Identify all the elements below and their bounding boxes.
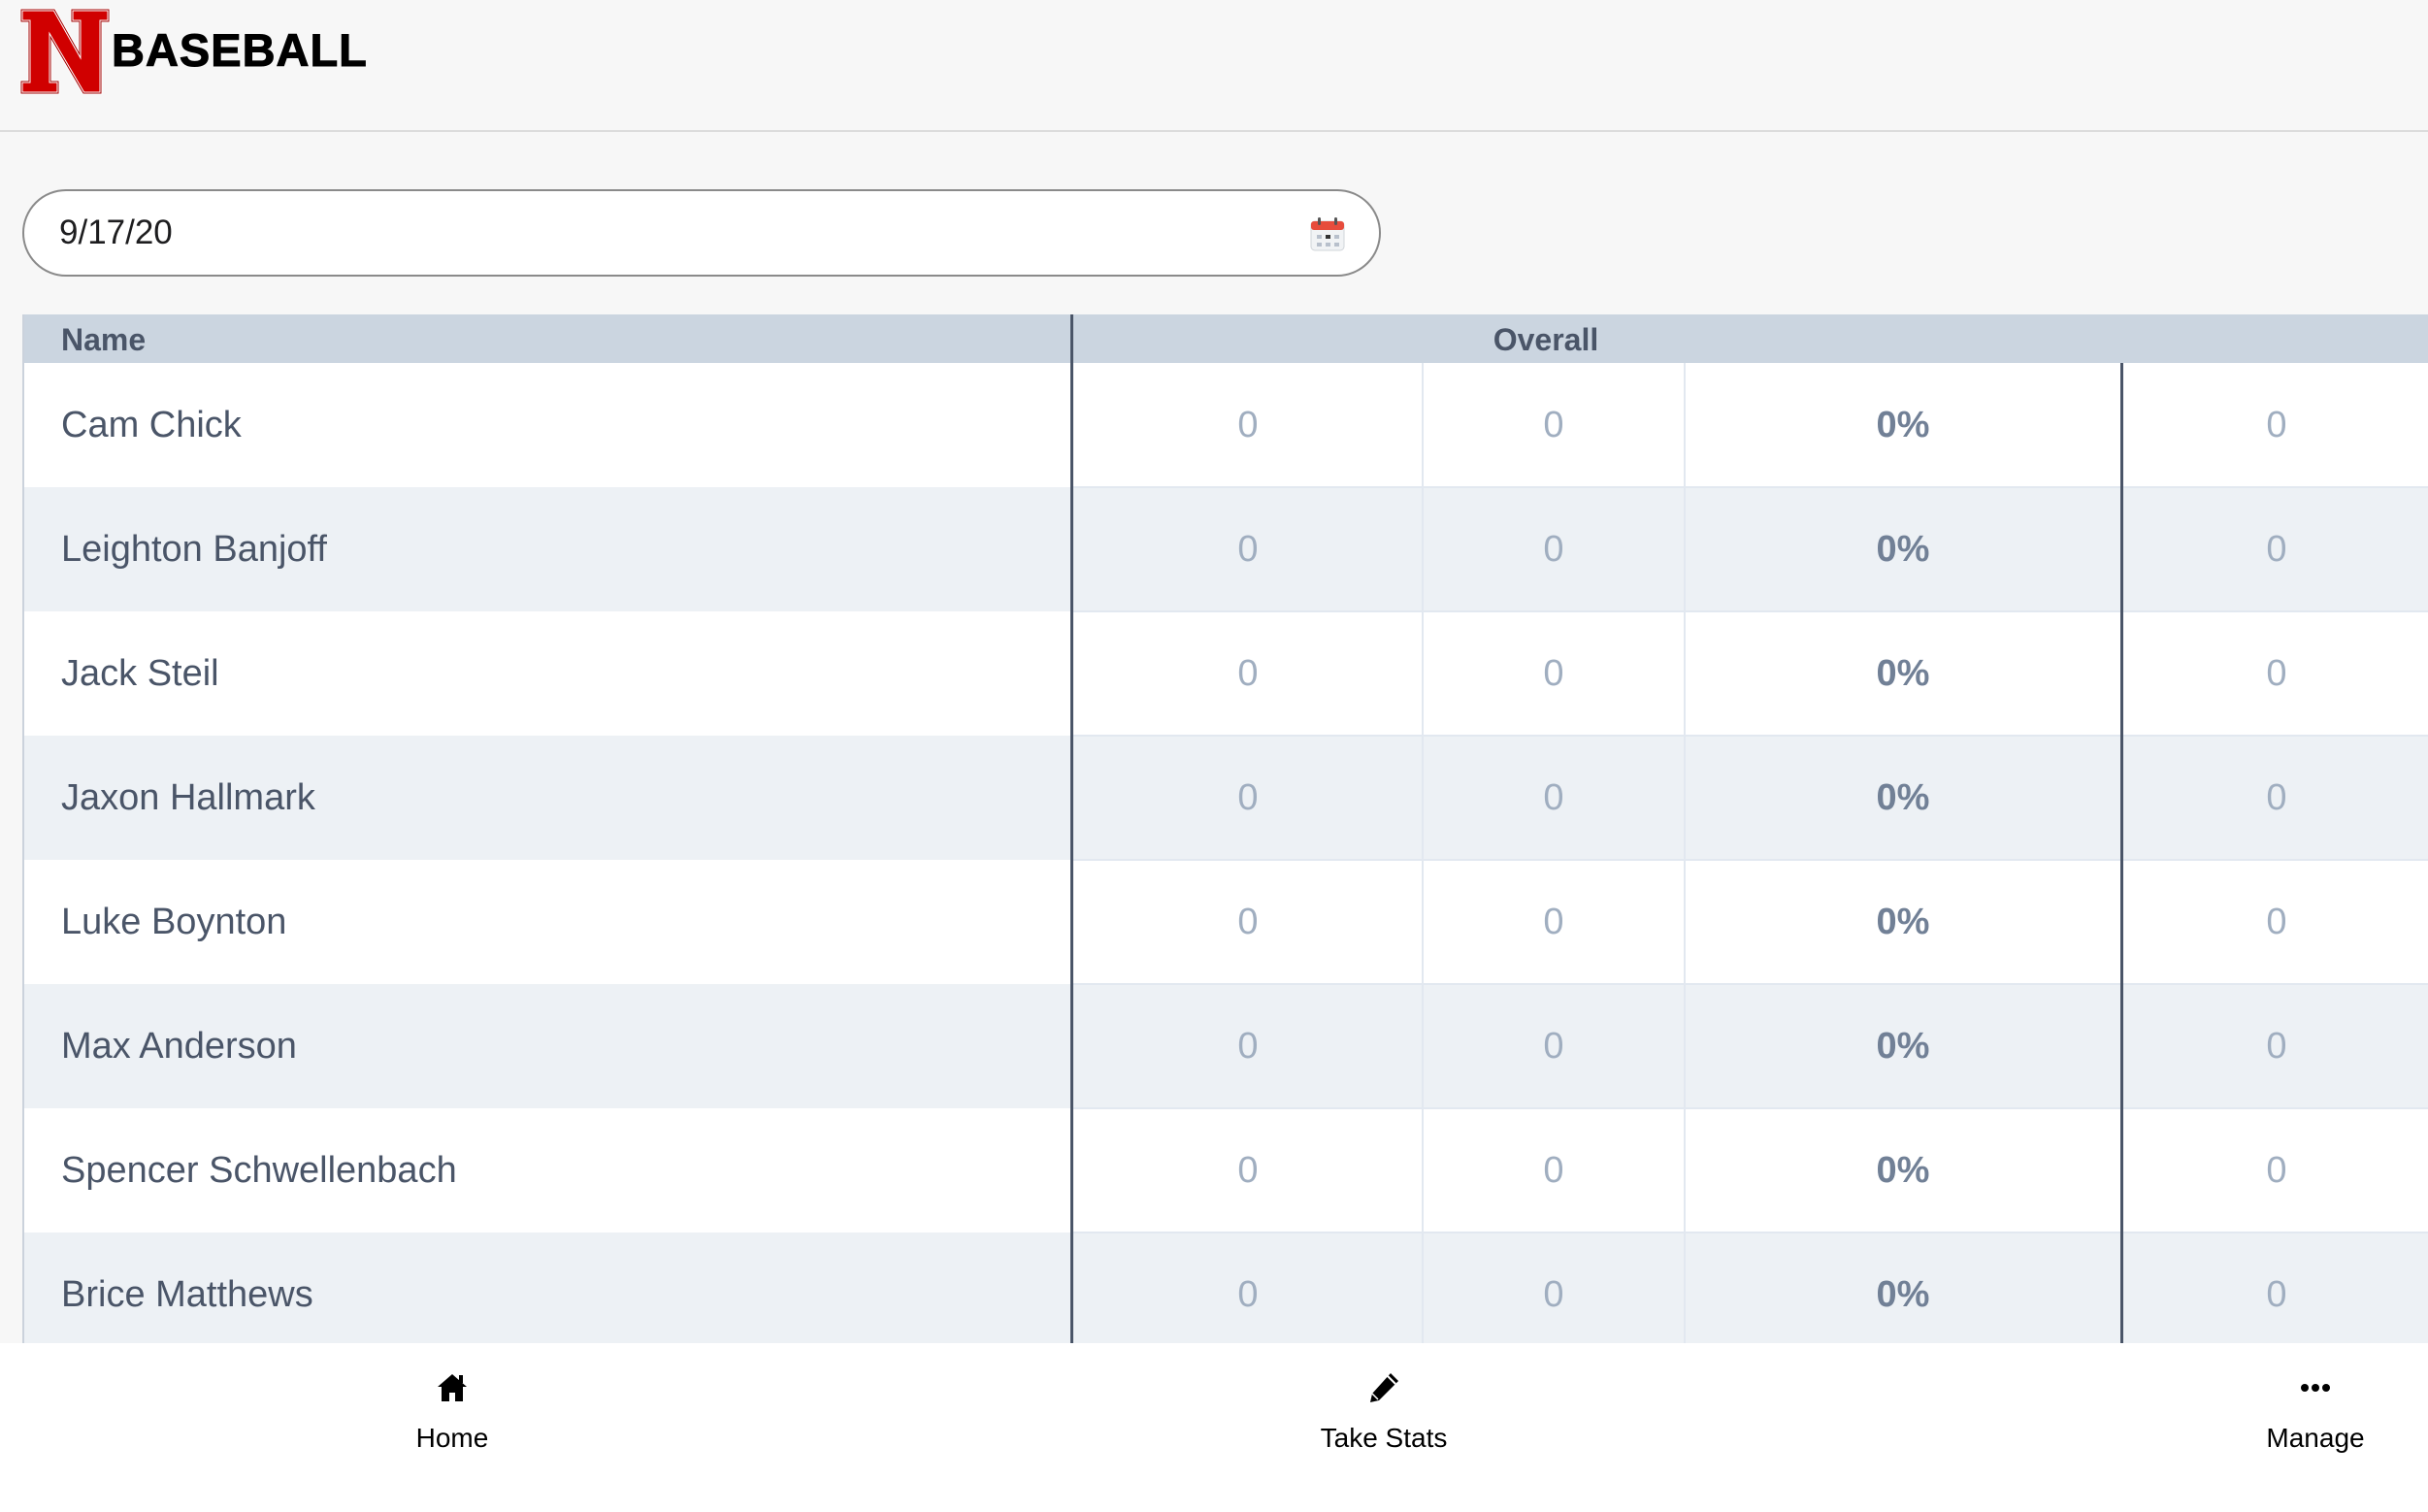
row-divider xyxy=(1072,486,2428,488)
table-row[interactable]: Spencer Schwellenbach 0 0 0% 0 xyxy=(24,1108,2428,1233)
column-divider xyxy=(1070,314,1073,1343)
nav-take-stats-label: Take Stats xyxy=(1320,1423,1448,1453)
stat-cell: 0 xyxy=(2266,902,2287,942)
stat-cell: 0 xyxy=(2266,777,2287,818)
table-row[interactable]: Jaxon Hallmark 0 0 0% 0 xyxy=(24,736,2428,860)
stat-cell: 0 xyxy=(2266,529,2287,570)
home-icon xyxy=(438,1374,467,1401)
percent-cell: 0% xyxy=(1876,1274,1930,1315)
percent-cell: 0% xyxy=(1876,902,1930,942)
calendar-icon[interactable] xyxy=(1309,215,1346,252)
stat-cell: 0 xyxy=(1543,902,1564,942)
app-header: BASEBALL xyxy=(0,0,2428,132)
percent-cell: 0% xyxy=(1876,1150,1930,1191)
nav-manage-label: Manage xyxy=(2266,1423,2365,1453)
percent-cell: 0% xyxy=(1876,1026,1930,1067)
percent-cell: 0% xyxy=(1876,653,1930,694)
stat-cell: 0 xyxy=(1543,653,1564,694)
row-divider xyxy=(1072,1107,2428,1109)
column-divider xyxy=(1422,363,1424,1343)
column-header-overall[interactable]: Overall xyxy=(1493,322,1599,358)
row-divider xyxy=(1072,610,2428,612)
player-name: Cam Chick xyxy=(61,405,242,445)
stat-cell: 0 xyxy=(2266,1026,2287,1067)
column-header-name[interactable]: Name xyxy=(61,322,146,358)
table-header: Name Overall xyxy=(24,314,2428,363)
table-row[interactable]: Cam Chick 0 0 0% 0 xyxy=(24,363,2428,487)
stat-cell: 0 xyxy=(1543,529,1564,570)
player-name: Jaxon Hallmark xyxy=(61,777,315,818)
date-picker[interactable] xyxy=(22,189,1381,277)
nav-home[interactable]: Home xyxy=(307,1370,598,1454)
nebraska-n-logo[interactable] xyxy=(19,8,111,95)
stat-cell: 0 xyxy=(1237,529,1259,570)
percent-cell: 0% xyxy=(1876,529,1930,570)
player-name: Spencer Schwellenbach xyxy=(61,1150,457,1191)
stat-cell: 0 xyxy=(1237,902,1259,942)
stat-cell: 0 xyxy=(2266,1150,2287,1191)
row-divider xyxy=(1072,735,2428,737)
stat-cell: 0 xyxy=(2266,405,2287,445)
bottom-nav: Home Take Stats Manage xyxy=(0,1343,2428,1512)
row-divider xyxy=(1072,983,2428,985)
player-name: Leighton Banjoff xyxy=(61,529,327,570)
player-name: Jack Steil xyxy=(61,653,219,694)
player-name: Max Anderson xyxy=(61,1026,297,1067)
stat-cell: 0 xyxy=(1237,777,1259,818)
stat-cell: 0 xyxy=(1543,1026,1564,1067)
stat-cell: 0 xyxy=(1237,1026,1259,1067)
stat-cell: 0 xyxy=(1543,1150,1564,1191)
nav-home-label: Home xyxy=(415,1423,489,1453)
nav-manage[interactable]: Manage xyxy=(2170,1370,2428,1454)
stat-cell: 0 xyxy=(1237,1274,1259,1315)
row-divider xyxy=(1072,859,2428,861)
column-divider xyxy=(2120,363,2123,1343)
stat-cell: 0 xyxy=(1237,405,1259,445)
player-name: Luke Boynton xyxy=(61,902,287,942)
stat-cell: 0 xyxy=(1543,1274,1564,1315)
date-input[interactable] xyxy=(59,191,1224,275)
table-row[interactable]: Luke Boynton 0 0 0% 0 xyxy=(24,860,2428,984)
stat-cell: 0 xyxy=(1543,777,1564,818)
row-divider xyxy=(1072,1232,2428,1233)
stat-cell: 0 xyxy=(2266,653,2287,694)
stat-cell: 0 xyxy=(2266,1274,2287,1315)
table-row[interactable]: Brice Matthews 0 0 0% 0 xyxy=(24,1233,2428,1343)
percent-cell: 0% xyxy=(1876,777,1930,818)
table-row[interactable]: Jack Steil 0 0 0% 0 xyxy=(24,611,2428,736)
stats-table: Name Overall Cam Chick 0 0 0% 0 Leighton… xyxy=(22,314,2428,1343)
stat-cell: 0 xyxy=(1237,653,1259,694)
table-row[interactable]: Max Anderson 0 0 0% 0 xyxy=(24,984,2428,1108)
pencil-icon xyxy=(1370,1373,1398,1402)
stat-cell: 0 xyxy=(1237,1150,1259,1191)
nav-take-stats[interactable]: Take Stats xyxy=(1238,1370,1529,1454)
column-divider xyxy=(1684,363,1686,1343)
player-name: Brice Matthews xyxy=(61,1274,313,1315)
stat-cell: 0 xyxy=(1543,405,1564,445)
percent-cell: 0% xyxy=(1876,405,1930,445)
brand-title: BASEBALL xyxy=(112,24,368,77)
more-icon xyxy=(2301,1384,2330,1392)
table-row[interactable]: Leighton Banjoff 0 0 0% 0 xyxy=(24,487,2428,611)
